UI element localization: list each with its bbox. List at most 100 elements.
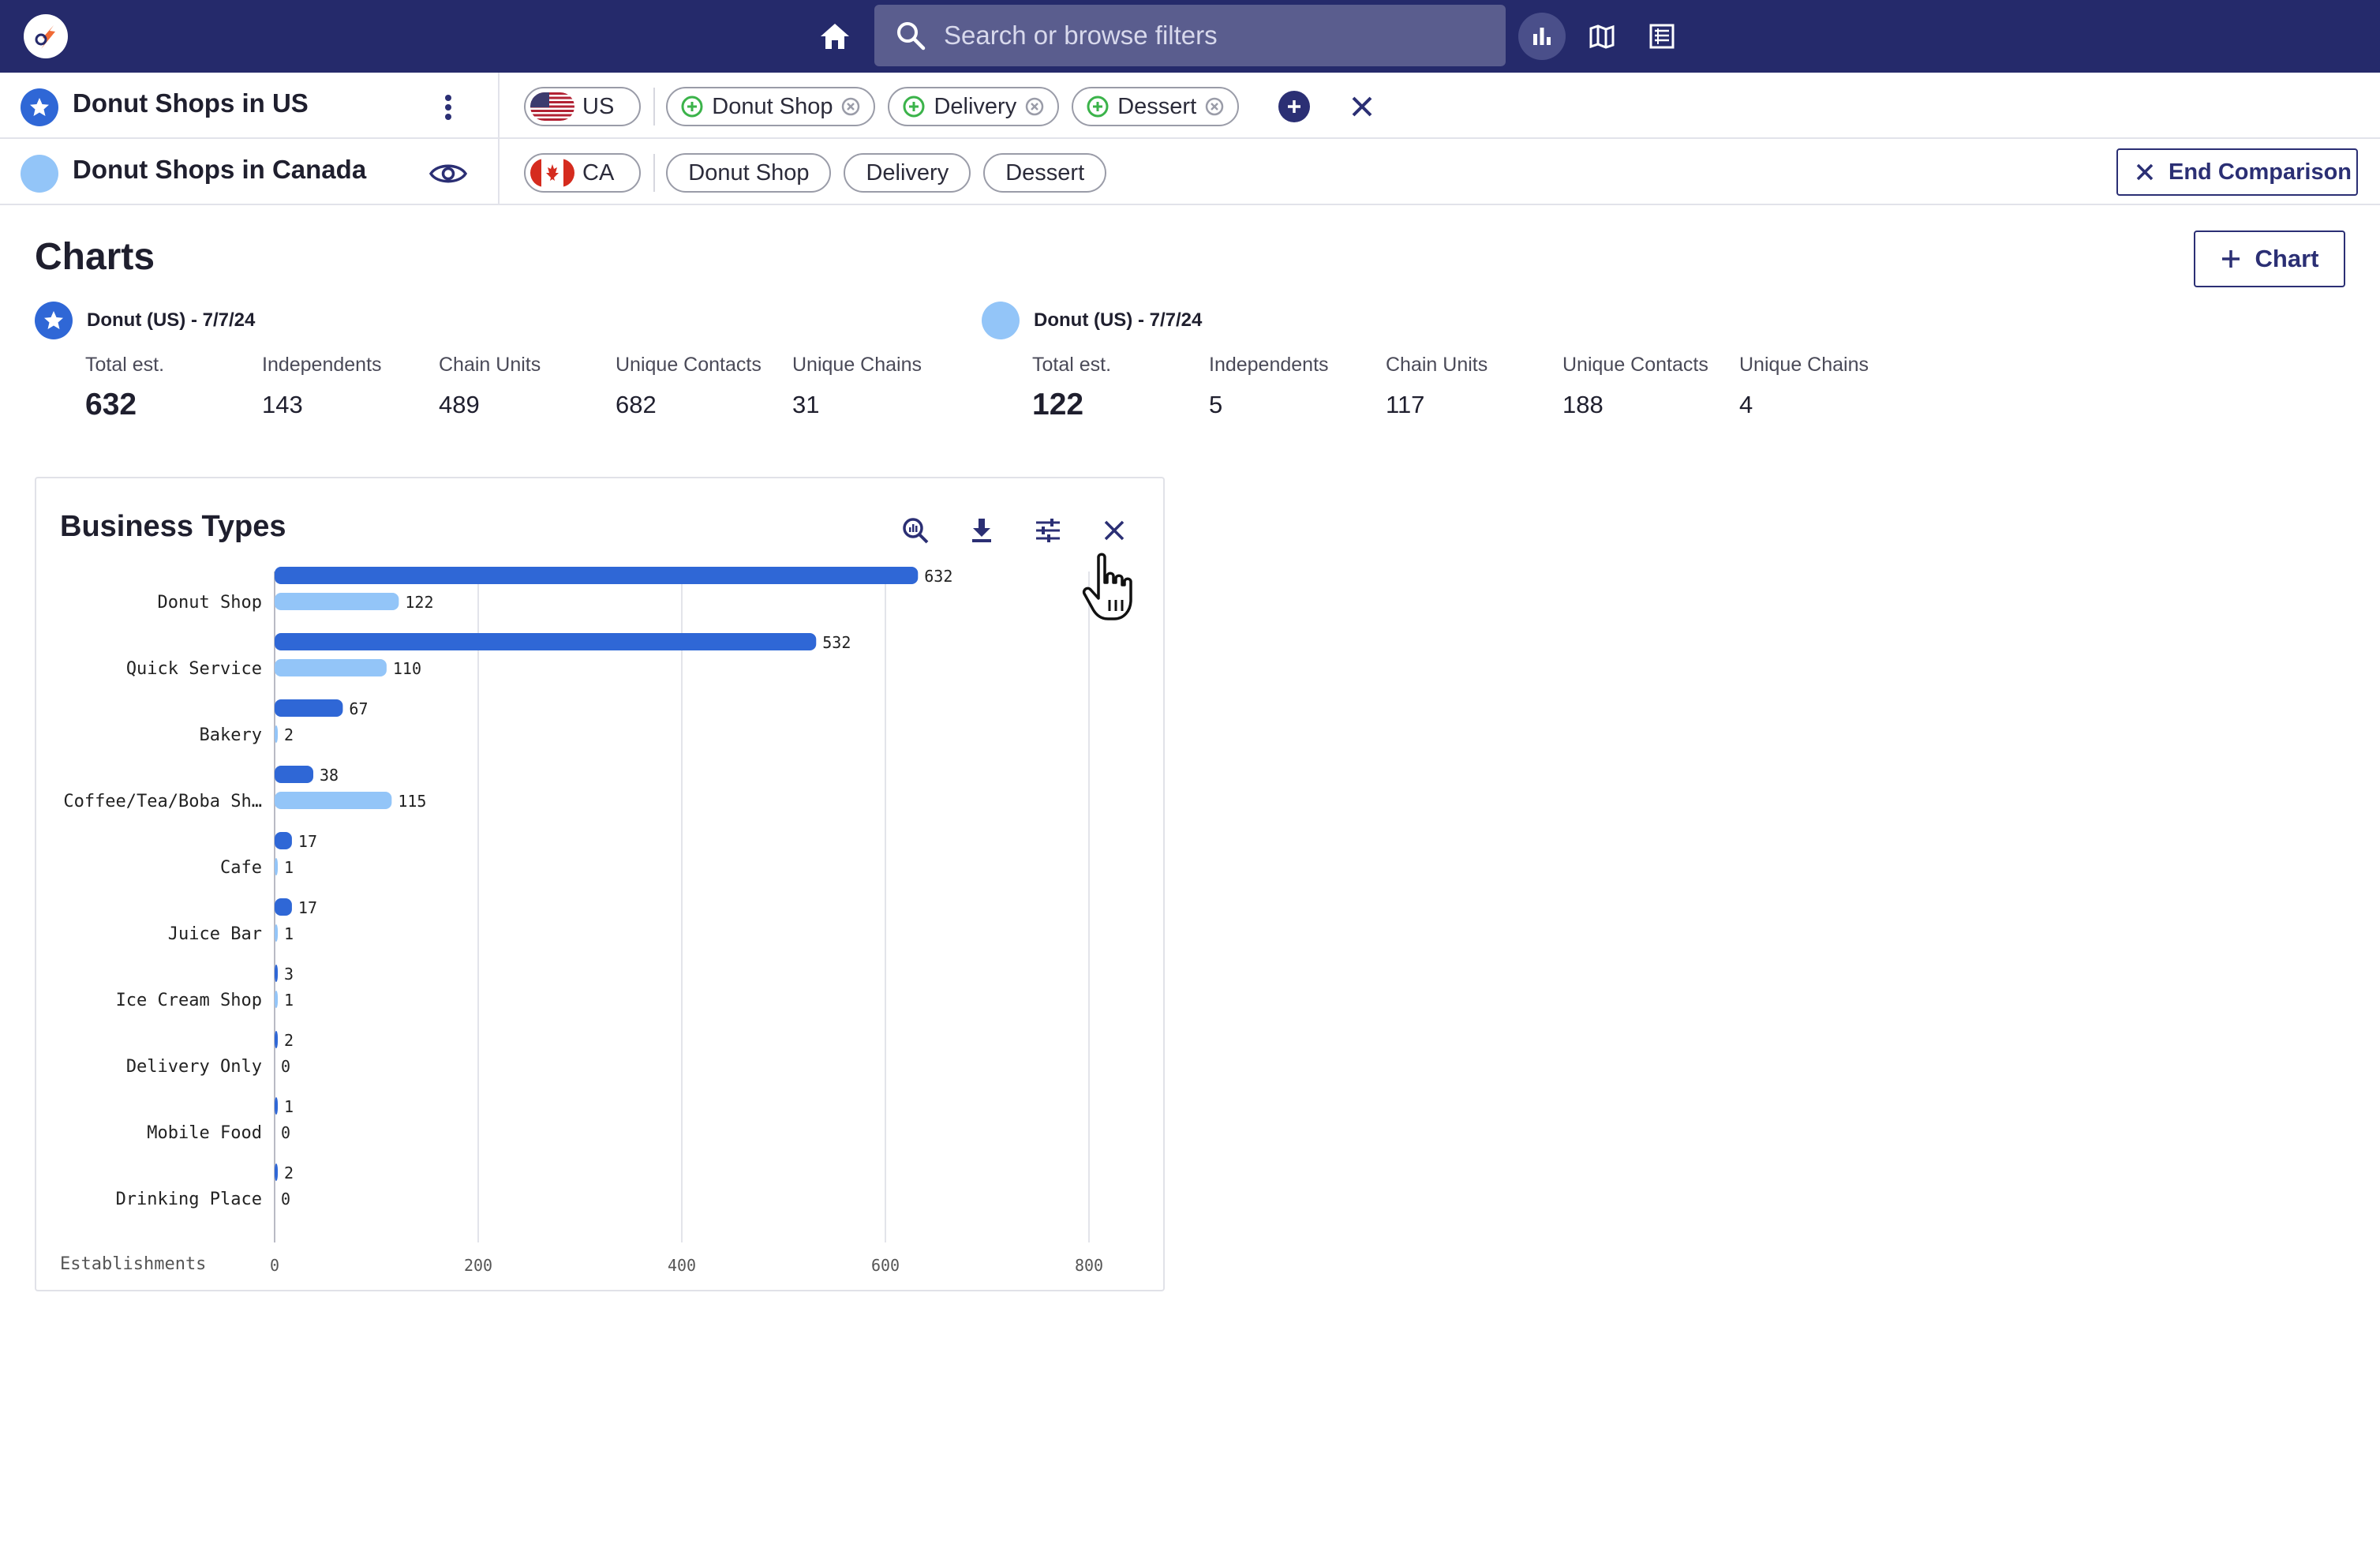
category-label: Ice Cream Shop: [116, 991, 262, 1010]
x-tick-label: 800: [1075, 1256, 1103, 1275]
stat-value: 632: [85, 388, 137, 422]
canada-flag-icon: [530, 159, 574, 187]
map-view-icon[interactable]: [1578, 13, 1626, 60]
stat-label: Unique Contacts: [616, 354, 762, 376]
filter-chip-label: Donut Shop: [712, 93, 833, 119]
data-label: 0: [281, 1057, 290, 1076]
secondary-filter-chips: CA Donut Shop Delivery Dessert: [524, 152, 1119, 193]
x-axis-label: Establishments: [60, 1254, 206, 1274]
comparison-circle-icon: [21, 155, 58, 193]
secondary-set-name[interactable]: Donut Shops in Canada: [73, 155, 366, 185]
more-options-icon[interactable]: [426, 85, 470, 129]
category-label: Quick Service: [126, 659, 262, 679]
bar-secondary: [275, 858, 278, 875]
x-tick-label: 200: [464, 1256, 492, 1275]
bar-secondary: [275, 659, 387, 676]
row-divider: [498, 73, 500, 205]
data-label: 532: [822, 633, 851, 652]
country-chip-ca[interactable]: CA: [524, 153, 642, 193]
filter-chip-donut-shop[interactable]: Donut Shop: [666, 153, 832, 193]
filter-chip-donut-shop[interactable]: Donut Shop: [666, 87, 876, 126]
data-label: 2: [284, 725, 294, 744]
add-filter-button[interactable]: [1278, 91, 1311, 122]
primary-set-row: Donut Shops in US US Donut Shop Delivery: [0, 73, 2380, 139]
bar-secondary: [275, 593, 399, 610]
category-label: Donut Shop: [158, 593, 262, 613]
primary-filter-chips: US Donut Shop Delivery Dessert: [524, 86, 1378, 127]
stat-chain-units: Chain Units 489: [439, 354, 541, 419]
filter-chip-dessert[interactable]: Dessert: [983, 153, 1107, 193]
stat-value: 122: [1032, 388, 1084, 422]
clear-filters-button[interactable]: [1346, 91, 1378, 122]
stat-value: 489: [439, 391, 480, 418]
home-icon[interactable]: [813, 16, 857, 57]
stat-value: 143: [262, 391, 303, 418]
data-label: 2: [284, 1164, 294, 1182]
remove-chip-icon[interactable]: [1024, 96, 1045, 117]
data-label: 1: [284, 924, 294, 943]
data-label: 17: [298, 832, 317, 851]
end-comparison-button[interactable]: End Comparison: [2116, 148, 2358, 196]
filter-chip-dessert[interactable]: Dessert: [1072, 87, 1240, 126]
data-label: 0: [281, 1123, 290, 1142]
data-label: 1: [284, 991, 294, 1010]
country-chip-label: CA: [582, 159, 615, 186]
stat-independents: Independents 5: [1209, 354, 1329, 419]
page-title: Charts: [35, 236, 155, 278]
secondary-set-row: Donut Shops in Canada CA Donut Shop Deli…: [0, 139, 2380, 205]
remove-chip-icon[interactable]: [1204, 96, 1225, 117]
add-circle-icon: [903, 96, 925, 118]
filter-chip-label: Donut Shop: [688, 159, 810, 186]
comparison-circle-icon: [982, 302, 1020, 339]
star-icon: [21, 88, 58, 126]
stat-unique-contacts: Unique Contacts 188: [1562, 354, 1708, 419]
filter-chip-delivery[interactable]: Delivery: [888, 87, 1060, 126]
data-label: 110: [393, 659, 421, 678]
search-bar[interactable]: [874, 5, 1506, 66]
primary-set-name[interactable]: Donut Shops in US: [73, 88, 309, 118]
stat-label: Unique Chains: [792, 354, 922, 376]
category-label: Coffee/Tea/Boba Sh…: [63, 792, 262, 811]
plus-icon: [1288, 100, 1301, 113]
chart-view-icon[interactable]: [1518, 13, 1566, 60]
search-input[interactable]: [944, 21, 1496, 51]
filter-chip-label: Delivery: [934, 93, 1017, 119]
table-view-icon[interactable]: [1638, 13, 1686, 60]
stat-unique-chains: Unique Chains 31: [792, 354, 922, 419]
rocket-logo-icon[interactable]: [24, 14, 68, 58]
filter-chip-delivery[interactable]: Delivery: [844, 153, 971, 193]
bar-chart: 0 200 400 600 800EstablishmentsDonut Shop632…: [60, 567, 1103, 1275]
country-chip-us[interactable]: US: [524, 87, 642, 126]
end-comparison-label: End Comparison: [2169, 159, 2352, 185]
summary-title: Donut (US) - 7/7/24: [1034, 309, 1203, 331]
stat-value: 117: [1386, 391, 1425, 418]
stat-value: 4: [1739, 391, 1753, 418]
data-label: 1: [284, 1097, 294, 1116]
bar-primary: [275, 898, 292, 916]
close-icon: [2136, 163, 2154, 181]
stat-unique-chains: Unique Chains 4: [1739, 354, 1869, 419]
eye-icon[interactable]: [426, 152, 470, 196]
data-label: 115: [398, 792, 426, 811]
category-label: Delivery Only: [126, 1057, 262, 1077]
stat-value: 188: [1562, 391, 1604, 418]
filter-chip-label: Dessert: [1005, 159, 1085, 186]
plus-icon: [2221, 250, 2240, 268]
add-chart-button[interactable]: Chart: [2194, 230, 2345, 287]
stat-label: Unique Chains: [1739, 354, 1869, 376]
stat-label: Unique Contacts: [1562, 354, 1708, 376]
bar-primary: [275, 965, 278, 982]
stat-independents: Independents 143: [262, 354, 382, 419]
bar-primary: [275, 766, 314, 783]
bar-primary: [275, 699, 343, 717]
bar-primary: [275, 567, 919, 584]
x-tick-label: 0: [270, 1256, 279, 1275]
stat-chain-units: Chain Units 117: [1386, 354, 1488, 419]
x-tick-label: 400: [668, 1256, 696, 1275]
category-label: Juice Bar: [168, 924, 262, 944]
bar-secondary: [275, 924, 278, 942]
us-flag-icon: [530, 92, 574, 121]
summary-title: Donut (US) - 7/7/24: [87, 309, 256, 331]
remove-chip-icon[interactable]: [840, 96, 861, 117]
data-label: 3: [284, 965, 294, 984]
